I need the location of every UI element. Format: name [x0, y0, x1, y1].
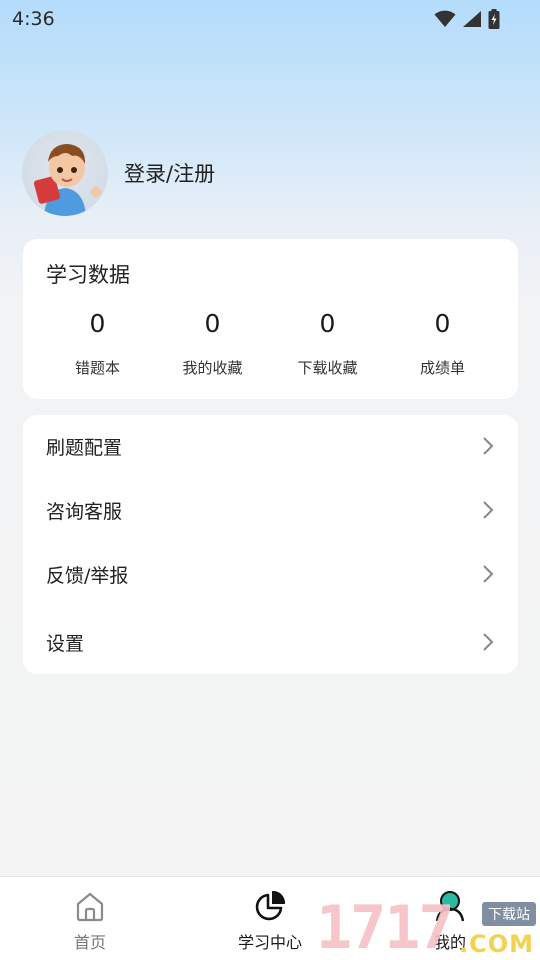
cellular-signal-icon: [463, 11, 481, 27]
stat-download-favorites[interactable]: 0 下载收藏: [270, 307, 385, 378]
nav-tab-home[interactable]: 首页: [30, 877, 150, 960]
stat-my-favorites[interactable]: 0 我的收藏: [155, 307, 270, 378]
site-watermark: 1717 下载站 .COM: [316, 896, 540, 960]
status-bar: 4:36: [0, 0, 540, 38]
menu-item-label: 反馈/举报: [46, 564, 129, 587]
home-icon: [76, 892, 104, 922]
menu-item-customer-service[interactable]: 咨询客服: [23, 485, 518, 535]
stats-row: 0 错题本 0 我的收藏 0 下载收藏 0 成绩单: [23, 307, 518, 378]
wifi-icon: [434, 10, 456, 27]
watermark-suffix: .COM: [458, 930, 534, 958]
chevron-right-icon: [483, 633, 494, 651]
login-register-link[interactable]: 登录/注册: [124, 158, 215, 188]
chevron-right-icon: [483, 501, 494, 519]
menu-item-label: 设置: [46, 632, 85, 655]
stat-value: 0: [319, 309, 336, 338]
status-time: 4:36: [12, 8, 55, 30]
stat-label: 我的收藏: [182, 359, 243, 377]
settings-menu-card: 刷题配置 咨询客服 反馈/举报 设置: [23, 415, 518, 674]
nav-tab-study-center[interactable]: 学习中心: [210, 877, 330, 960]
avatar[interactable]: [22, 130, 108, 216]
menu-item-feedback-report[interactable]: 反馈/举报: [23, 549, 518, 599]
stat-label: 下载收藏: [297, 359, 358, 377]
stat-value: 0: [89, 309, 106, 338]
menu-item-settings[interactable]: 设置: [23, 617, 518, 667]
nav-tab-label: 学习中心: [237, 933, 302, 952]
profile-header[interactable]: 登录/注册: [22, 130, 215, 216]
avatar-boy-icon: [33, 144, 101, 216]
stat-value: 0: [204, 309, 221, 338]
stat-value: 0: [434, 309, 451, 338]
stat-wrong-questions[interactable]: 0 错题本: [40, 307, 155, 378]
stat-transcript[interactable]: 0 成绩单: [385, 307, 500, 378]
watermark-badge: 下载站: [482, 902, 536, 926]
stat-label: 错题本: [74, 359, 120, 377]
pie-chart-icon: [255, 890, 286, 921]
stat-label: 成绩单: [419, 359, 465, 377]
study-data-card: 学习数据 0 错题本 0 我的收藏 0 下载收藏 0 成绩单: [23, 239, 518, 399]
watermark-digits: 1717: [316, 893, 454, 960]
nav-tab-label: 首页: [73, 933, 106, 952]
menu-item-label: 刷题配置: [46, 436, 123, 459]
menu-item-label: 咨询客服: [46, 500, 123, 523]
status-icons: [434, 9, 500, 29]
menu-item-practice-settings[interactable]: 刷题配置: [23, 421, 518, 471]
study-data-title: 学习数据: [46, 263, 130, 287]
battery-icon: [488, 9, 500, 29]
chevron-right-icon: [483, 565, 494, 583]
chevron-right-icon: [483, 437, 494, 455]
